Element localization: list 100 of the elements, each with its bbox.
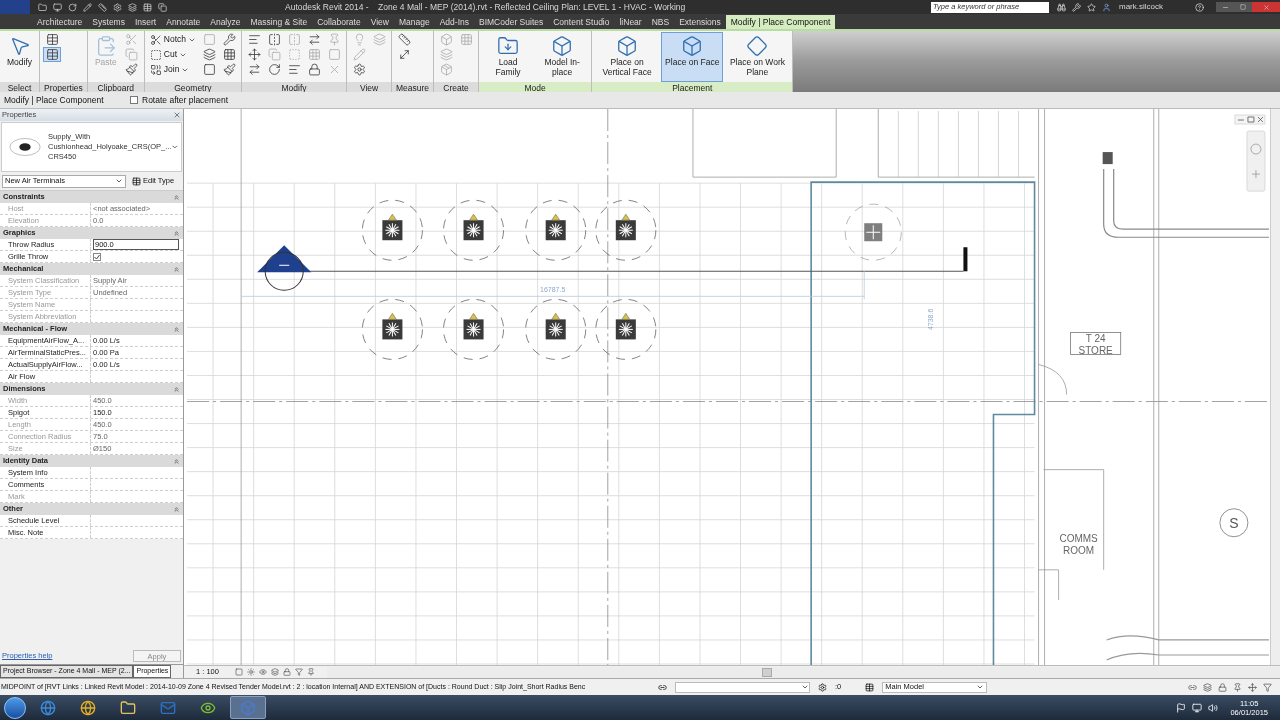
ribbon-tab[interactable]: Manage xyxy=(393,15,435,29)
horizontal-scrollbar[interactable] xyxy=(326,666,1280,678)
ribbon-tab[interactable]: View xyxy=(365,15,394,29)
ribbon-tab[interactable]: Massing & Site xyxy=(245,15,313,29)
ribbon-tool[interactable] xyxy=(43,47,62,62)
edit-type-icon xyxy=(132,176,141,186)
quick-access-icon[interactable] xyxy=(158,2,167,12)
star-icon[interactable] xyxy=(1087,2,1096,12)
ribbon-tool[interactable] xyxy=(395,32,413,47)
quick-access-icon[interactable] xyxy=(113,2,122,12)
quick-access-icon[interactable] xyxy=(128,2,137,12)
ribbon-tool[interactable]: Model In-place xyxy=(536,32,589,82)
vertical-scrollbar[interactable] xyxy=(1270,109,1280,665)
ribbon-tool[interactable]: Place on Work Plane xyxy=(725,32,790,82)
ribbon-tab[interactable]: Add-Ins xyxy=(434,15,474,29)
copy-icon xyxy=(125,48,139,61)
quick-access-icon[interactable] xyxy=(38,2,47,12)
view-window-controls[interactable] xyxy=(1234,114,1266,125)
collapse-icon xyxy=(173,457,180,465)
speaker-icon[interactable] xyxy=(1208,702,1219,713)
ribbon-tool[interactable] xyxy=(220,32,238,47)
selection-filter-icon[interactable] xyxy=(1203,682,1212,692)
air-terminal xyxy=(525,199,587,261)
view-control-icon[interactable] xyxy=(270,668,279,676)
link-icon[interactable] xyxy=(658,682,667,692)
view-control-icon[interactable] xyxy=(258,668,267,676)
collapse-icon xyxy=(173,193,180,201)
ribbon-tab[interactable]: Modify | Place Component xyxy=(725,15,836,29)
collapse-icon xyxy=(173,265,180,273)
quick-access-icon[interactable] xyxy=(143,2,152,12)
panel-title-text: Create xyxy=(443,82,469,94)
caret-icon xyxy=(115,177,123,185)
panel-title-text: Placement xyxy=(672,82,713,94)
start-button[interactable] xyxy=(4,696,26,719)
box-icon xyxy=(551,35,574,57)
network-icon[interactable] xyxy=(1192,702,1203,713)
ribbon-tool[interactable]: Load Family xyxy=(482,32,535,82)
ribbon-tab[interactable]: NBS xyxy=(646,15,675,29)
selection-filter-icon[interactable] xyxy=(1263,682,1272,692)
air-terminal-icon xyxy=(8,135,43,159)
ribbon-tab[interactable]: Systems xyxy=(87,15,130,29)
workset-icon[interactable] xyxy=(818,682,827,692)
help-icon[interactable] xyxy=(1195,2,1204,12)
ribbon-tool[interactable]: Cut xyxy=(147,47,198,62)
ribbon-tab[interactable]: BIMCoder Suites xyxy=(474,15,549,29)
view-control-icon[interactable] xyxy=(234,668,243,676)
ribbon-tool[interactable] xyxy=(200,47,218,62)
layers-icon xyxy=(202,48,216,61)
ribbon-tab[interactable]: liNear xyxy=(614,15,647,29)
quick-access-icon[interactable] xyxy=(98,2,107,12)
ribbon-tool[interactable]: Place on Vertical Face xyxy=(595,32,660,82)
view-control-icon[interactable] xyxy=(294,668,303,676)
array-icon xyxy=(307,33,321,46)
minimize-button[interactable] xyxy=(1216,2,1234,12)
level-symbol-drawing xyxy=(257,245,312,291)
cut-geometry-icon xyxy=(149,48,162,61)
maximize-button[interactable] xyxy=(1234,2,1252,12)
ribbon-tool[interactable]: Join xyxy=(147,62,198,77)
ribbon-tab[interactable]: Extensions xyxy=(674,15,726,29)
selection-filter-icon[interactable] xyxy=(1248,682,1257,692)
caret-icon xyxy=(976,683,985,691)
ribbon-tool[interactable]: Place on Face xyxy=(661,32,724,82)
grid-icon xyxy=(459,33,473,46)
quick-access-icon[interactable] xyxy=(83,2,92,12)
ribbon-tab[interactable]: Content Studio xyxy=(548,15,615,29)
rotate-checkbox[interactable] xyxy=(130,96,138,104)
rotate-icon xyxy=(267,63,281,76)
user-icon[interactable] xyxy=(1102,2,1111,12)
ribbon-tool[interactable]: Notch xyxy=(147,32,198,47)
properties-icon xyxy=(45,48,59,61)
design-options-icon[interactable] xyxy=(865,682,875,692)
binoculars-icon[interactable] xyxy=(1057,2,1066,12)
ribbon-tab[interactable]: Architecture xyxy=(32,15,88,29)
wrench-icon[interactable] xyxy=(1072,2,1081,12)
selection-filter-icon[interactable] xyxy=(1233,682,1242,692)
selection-filter-icon[interactable] xyxy=(1188,682,1197,692)
view-control-icon[interactable] xyxy=(282,668,291,676)
ribbon-tab[interactable]: Insert xyxy=(129,15,162,29)
section-marker[interactable] xyxy=(1219,508,1249,538)
close-icon[interactable] xyxy=(173,111,181,119)
ribbon-tool[interactable] xyxy=(245,47,263,62)
flag-icon[interactable] xyxy=(1176,702,1187,713)
ribbon-tab[interactable]: Analyze xyxy=(205,15,246,29)
ribbon-tab[interactable]: Annotate xyxy=(161,15,206,29)
quick-access-icon[interactable] xyxy=(68,2,77,12)
quick-access-icon[interactable] xyxy=(53,2,62,12)
view-control-icon[interactable] xyxy=(246,668,255,676)
room-label: COMMS xyxy=(1059,532,1098,544)
ribbon-tool[interactable] xyxy=(220,62,238,77)
diagonal-dimension-icon xyxy=(397,48,411,61)
view-control-icon[interactable] xyxy=(306,668,315,676)
property-checkbox[interactable] xyxy=(93,252,101,261)
close-icon xyxy=(1262,3,1270,11)
ribbon-tool[interactable]: Modify xyxy=(3,32,37,82)
move-icon xyxy=(247,48,261,61)
selection-filter-icon[interactable] xyxy=(1218,682,1227,692)
user-name[interactable]: mark.silcock xyxy=(1119,1,1183,13)
ribbon-tab[interactable]: Collaborate xyxy=(312,15,366,29)
ribbon-tool[interactable] xyxy=(122,62,141,77)
type-properties-icon xyxy=(45,33,59,46)
